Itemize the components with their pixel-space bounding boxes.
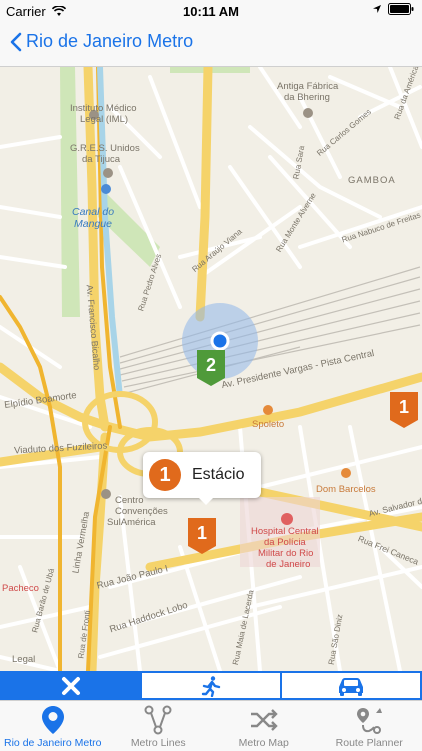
walking-icon (200, 675, 222, 697)
map-label: Dom Barcelos (316, 484, 376, 495)
svg-text:1: 1 (399, 397, 409, 417)
tab-bar: Rio de Janeiro Metro Metro Lines Metro M… (0, 700, 422, 751)
map-label: Pacheco (2, 583, 39, 594)
map-label: GAMBOA (348, 175, 396, 186)
walking-mode-button[interactable] (142, 671, 282, 700)
station-marker-line1[interactable]: 1 (188, 518, 216, 554)
line-badge: 1 (149, 459, 181, 491)
station-marker-line1[interactable]: 1 (390, 392, 418, 428)
tab-label: Route Planner (336, 737, 403, 749)
route-icon (354, 705, 384, 735)
map-pin-icon (41, 705, 65, 735)
map-label: Centro (115, 495, 144, 506)
shuffle-icon (249, 705, 279, 735)
svg-text:2: 2 (206, 355, 216, 375)
map-label: de Janeiro (266, 559, 310, 570)
map-label: da Bhering (284, 92, 330, 103)
tab-route-planner[interactable]: Route Planner (317, 701, 422, 751)
driving-mode-button[interactable] (282, 671, 422, 700)
map-label: Spoleto (252, 419, 284, 430)
tab-label: Rio de Janeiro Metro (4, 737, 101, 749)
close-icon (60, 675, 82, 697)
nav-title: Rio de Janeiro Metro (26, 31, 193, 52)
tab-rio-de-janeiro-metro[interactable]: Rio de Janeiro Metro (0, 701, 106, 751)
station-marker-line2[interactable]: 2 (197, 350, 225, 386)
tab-label: Metro Map (239, 737, 289, 749)
tab-metro-map[interactable]: Metro Map (211, 701, 317, 751)
map-label: da Polícia (264, 537, 306, 548)
close-mode-button[interactable] (0, 671, 142, 700)
map-label: Legal (12, 654, 35, 665)
map-label: Hospital Central (251, 526, 319, 537)
status-right (372, 3, 414, 15)
svg-text:1: 1 (197, 523, 207, 543)
station-name: Estácio (192, 466, 244, 484)
navigation-bar: Rio de Janeiro Metro (0, 22, 422, 67)
map-label: Convenções (115, 506, 168, 517)
chevron-left-icon (10, 32, 22, 52)
clock: 10:11 AM (0, 4, 422, 19)
map-label: Militar do Rio (258, 548, 313, 559)
map-label: Mangue (74, 219, 112, 230)
map-label: G.R.E.S. Unidos (70, 143, 140, 154)
location-arrow-icon (372, 4, 382, 14)
map-label: Legal (IML) (80, 114, 128, 125)
tab-metro-lines[interactable]: Metro Lines (106, 701, 212, 751)
status-bar: Carrier 10:11 AM (0, 0, 422, 22)
mode-selector (0, 671, 422, 700)
car-icon (336, 676, 366, 696)
map-view[interactable]: Instituto Médico Legal (IML) G.R.E.S. Un… (0, 67, 422, 671)
map-label: Instituto Médico (70, 103, 137, 114)
battery-icon (388, 3, 414, 15)
map-label: SulAmérica (107, 517, 156, 528)
map-label: Canal do (72, 207, 114, 218)
lines-icon (144, 705, 172, 735)
map-label: Antiga Fábrica (277, 81, 338, 92)
tab-label: Metro Lines (131, 737, 186, 749)
back-button[interactable]: Rio de Janeiro Metro (10, 31, 193, 52)
map-label: da Tijuca (82, 154, 120, 165)
station-callout[interactable]: 1 Estácio (143, 452, 261, 498)
